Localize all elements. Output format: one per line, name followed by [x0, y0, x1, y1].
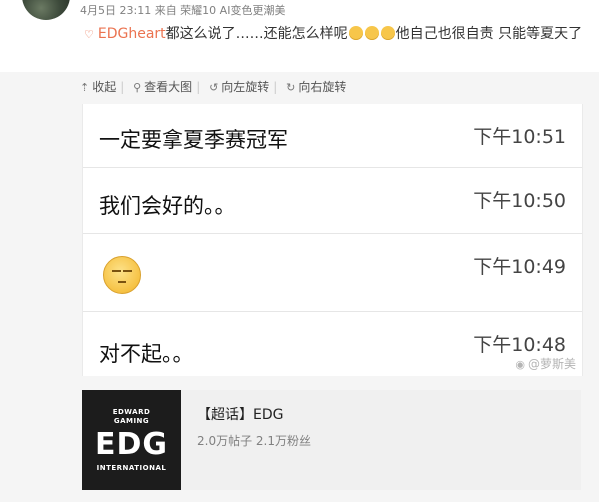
- heart-icon: ♡: [84, 28, 94, 41]
- repost-text: ♡ EDGheart都这么说了……还能怎么样呢 他自己也很自责 只能等夏天了: [84, 24, 596, 45]
- avatar[interactable]: [22, 0, 70, 20]
- topic-card[interactable]: EDWARD GAMING EDG INTERNATIONAL 【超话】EDG …: [82, 390, 581, 490]
- weibo-logo-icon: ◉: [515, 358, 525, 371]
- chat-time: 下午10:48: [473, 334, 566, 356]
- chat-message: 对不起。。: [99, 342, 194, 366]
- view-large-button[interactable]: ⚲ 查看大图: [133, 78, 192, 95]
- repost-text-part1: 都这么说了……还能怎么样呢: [165, 26, 348, 42]
- chat-time: 下午10:51: [473, 126, 566, 148]
- chat-message: 我们会好的。。: [99, 194, 236, 218]
- unamused-face-sticker-icon: [103, 256, 141, 294]
- rotate-right-button[interactable]: ↻ 向右旋转: [286, 78, 346, 95]
- post-meta: 4月5日 23:11 来自 荣耀10 AI变色更潮美: [80, 4, 286, 17]
- chat-time: 下午10:49: [473, 256, 566, 278]
- topic-card-stats: 2.0万帖子 2.1万粉丝: [197, 434, 311, 448]
- chat-message: 一定要拿夏季赛冠军: [99, 128, 288, 152]
- chat-screenshot-image[interactable]: 一定要拿夏季赛冠军 下午10:51 我们会好的。。 下午10:50 下午10:4…: [82, 104, 583, 376]
- chat-row: 下午10:49: [83, 234, 582, 312]
- rotate-left-button[interactable]: ↺ 向左旋转: [209, 78, 269, 95]
- topic-card-title[interactable]: 【超话】EDG: [197, 404, 283, 424]
- collapse-arrow-icon: ⇡: [80, 81, 90, 94]
- rotate-right-icon: ↻: [286, 81, 296, 94]
- chat-row: 对不起。。 下午10:48: [83, 312, 582, 376]
- image-toolbar: ⇡ 收起 | ⚲ 查看大图 | ↺ 向左旋转 | ↻ 向右旋转: [80, 78, 347, 95]
- collapse-button[interactable]: ⇡ 收起: [80, 78, 116, 95]
- edg-logo: EDWARD GAMING EDG INTERNATIONAL: [82, 390, 181, 490]
- chat-row: 我们会好的。。 下午10:50: [83, 168, 582, 234]
- magnifier-icon: ⚲: [133, 81, 142, 94]
- weibo-watermark: ◉ @萝斯美: [515, 357, 576, 371]
- chat-time: 下午10:50: [473, 190, 566, 212]
- user-mention-link[interactable]: EDGheart: [98, 26, 166, 42]
- repost-text-part2: 他自己也很自责 只能等夏天了: [395, 26, 583, 42]
- rotate-left-icon: ↺: [209, 81, 219, 94]
- chat-row: 一定要拿夏季赛冠军 下午10:51: [83, 104, 582, 168]
- post-header: 4月5日 23:11 来自 荣耀10 AI变色更潮美 ♡ EDGheart都这么说…: [0, 0, 599, 72]
- emoji-icon: [348, 26, 363, 40]
- emoji-icon: [380, 26, 395, 40]
- emoji-icon: [364, 26, 379, 40]
